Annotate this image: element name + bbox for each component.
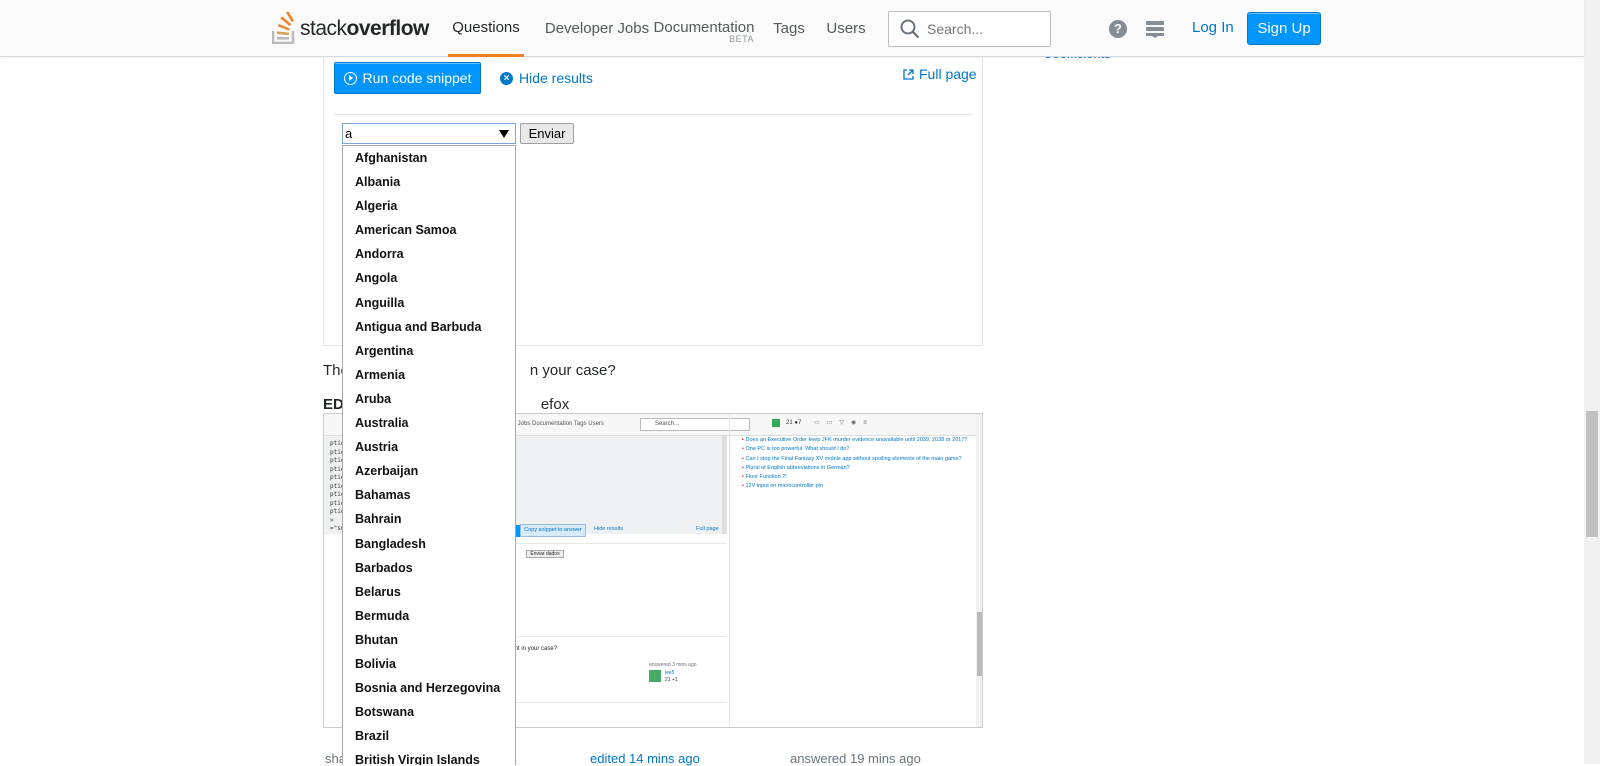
embedded-hot-question: 12V input on microcontroller pin xyxy=(742,482,982,491)
embedded-hot-question: Can I stop the Final Fantasy XV mobile a… xyxy=(742,455,982,464)
dropdown-option[interactable]: Afghanistan xyxy=(343,146,515,170)
embedded-hot-question: One PC is too powerful. What should I do… xyxy=(742,445,982,454)
nav-label: Tags xyxy=(773,20,805,37)
nav-label: Developer Jobs xyxy=(544,20,650,37)
enviar-button[interactable]: Enviar xyxy=(520,123,574,144)
embedded-user: lee5 xyxy=(665,670,675,676)
run-label: Run code snippet xyxy=(362,70,472,86)
dropdown-option[interactable]: Austria xyxy=(343,435,515,459)
page-scrollbar[interactable] xyxy=(1584,0,1600,764)
nav-users[interactable]: Users xyxy=(824,0,868,57)
dropdown-option[interactable]: Andorra xyxy=(343,242,515,266)
nav-questions[interactable]: Questions xyxy=(448,0,524,57)
country-combobox[interactable]: a xyxy=(342,123,516,144)
embedded-user-rep: 21 +1 xyxy=(665,677,678,683)
external-link-icon xyxy=(903,68,914,80)
dropdown-option[interactable]: American Samoa xyxy=(343,218,515,242)
embedded-submit: Enviar dados xyxy=(526,550,564,558)
nav-label: Users xyxy=(826,20,866,37)
hide-results-link[interactable]: × Hide results xyxy=(500,70,593,86)
embedded-scrollbar xyxy=(976,414,982,727)
nav-documentation[interactable]: Documentation BETA xyxy=(654,0,755,57)
snippet-divider xyxy=(334,114,972,115)
embedded-hot-question: Does an Executive Order keep JFK murder … xyxy=(742,436,982,445)
dropdown-option[interactable]: Australia xyxy=(343,411,515,435)
hide-label: Hide results xyxy=(519,70,593,86)
dropdown-option[interactable]: Albania xyxy=(343,170,515,194)
signup-button[interactable]: Sign Up xyxy=(1247,12,1321,45)
embedded-hide-results: Hide results xyxy=(594,526,624,532)
dropdown-option[interactable]: Brazil xyxy=(343,724,515,748)
dropdown-option[interactable]: Angola xyxy=(343,266,515,290)
dropdown-option[interactable]: Armenia xyxy=(343,363,515,387)
embedded-answered: answered 3 mins ago xyxy=(649,662,697,668)
embedded-icons: ▭▭▽◉≡ xyxy=(814,420,874,426)
dropdown-option[interactable]: Anguilla xyxy=(343,291,515,315)
dropdown-option[interactable]: Bosnia and Herzegovina xyxy=(343,676,515,700)
dropdown-option[interactable]: Bolivia xyxy=(343,652,515,676)
login-link[interactable]: Log In xyxy=(1192,19,1234,36)
dropdown-option[interactable]: Belarus xyxy=(343,580,515,604)
dropdown-option[interactable]: Botswana xyxy=(343,700,515,724)
beta-badge: BETA xyxy=(729,34,754,44)
embedded-full-page: Full page xyxy=(696,526,719,532)
dropdown-option[interactable]: Algeria xyxy=(343,194,515,218)
stack-logo-icon xyxy=(272,12,295,44)
full-page-label: Full page xyxy=(919,66,977,82)
embedded-divider-3 xyxy=(504,702,726,703)
dropdown-option[interactable]: Argentina xyxy=(343,339,515,363)
nav-developer-jobs[interactable]: Developer Jobs xyxy=(534,0,660,57)
embedded-search: Search... xyxy=(640,418,750,431)
dropdown-option[interactable]: Barbados xyxy=(343,556,515,580)
embedded-code-scrollbar xyxy=(722,436,727,534)
embedded-column-line xyxy=(729,414,730,727)
embedded-divider xyxy=(504,543,726,544)
top-bar: stackoverflow Questions Developer Jobs D… xyxy=(0,0,1584,57)
chevron-down-icon[interactable] xyxy=(499,129,509,138)
help-icon[interactable]: ? xyxy=(1109,20,1127,38)
embedded-scroll-thumb xyxy=(977,612,982,676)
play-icon xyxy=(343,71,357,85)
review-queue-icon[interactable] xyxy=(1146,21,1164,38)
run-code-snippet-button[interactable]: Run code snippet xyxy=(334,62,481,94)
nav-tags[interactable]: Tags xyxy=(770,0,808,57)
page-scroll-thumb[interactable] xyxy=(1586,411,1598,537)
dropdown-option[interactable]: Bermuda xyxy=(343,604,515,628)
stackoverflow-logo[interactable]: stackoverflow xyxy=(272,10,429,44)
embedded-divider-2 xyxy=(504,636,726,637)
dropdown-option[interactable]: British Virgin Islands xyxy=(343,748,515,765)
dropdown-option[interactable]: Bhutan xyxy=(343,628,515,652)
dropdown-option[interactable]: Aruba xyxy=(343,387,515,411)
embedded-hot-questions: Does an Executive Order keep JFK murder … xyxy=(742,436,982,492)
search-icon xyxy=(899,18,921,40)
embedded-user-avatar xyxy=(649,670,661,682)
nav-label: Questions xyxy=(452,18,520,36)
embedded-hot-question: Plural of English abbreviations in Germa… xyxy=(742,464,982,473)
combobox-input-value[interactable]: a xyxy=(343,126,499,141)
embedded-rep: 21 ●7 xyxy=(786,420,802,426)
dropdown-option[interactable]: Antigua and Barbuda xyxy=(343,315,515,339)
dropdown-option[interactable]: Bahamas xyxy=(343,483,515,507)
dropdown-option[interactable]: Bangladesh xyxy=(343,532,515,556)
dropdown-option[interactable]: Bahrain xyxy=(343,507,515,531)
embedded-avatar xyxy=(772,419,780,427)
embedded-copy-button: Copy snippet to answer xyxy=(520,524,586,537)
close-circle-icon: × xyxy=(500,71,513,85)
country-dropdown-list[interactable]: Afghanistan Albania Algeria American Samoa A… xyxy=(342,145,516,765)
search-box[interactable] xyxy=(888,11,1051,47)
embedded-nav: r Jobs Documentation Tags Users xyxy=(514,421,604,427)
embedded-hot-question: Floor Function ?! xyxy=(742,473,982,482)
search-input[interactable] xyxy=(927,21,1037,37)
logo-text: stackoverflow xyxy=(300,17,429,40)
full-page-link[interactable]: Full page xyxy=(903,66,977,82)
dropdown-option[interactable]: Azerbaijan xyxy=(343,459,515,483)
